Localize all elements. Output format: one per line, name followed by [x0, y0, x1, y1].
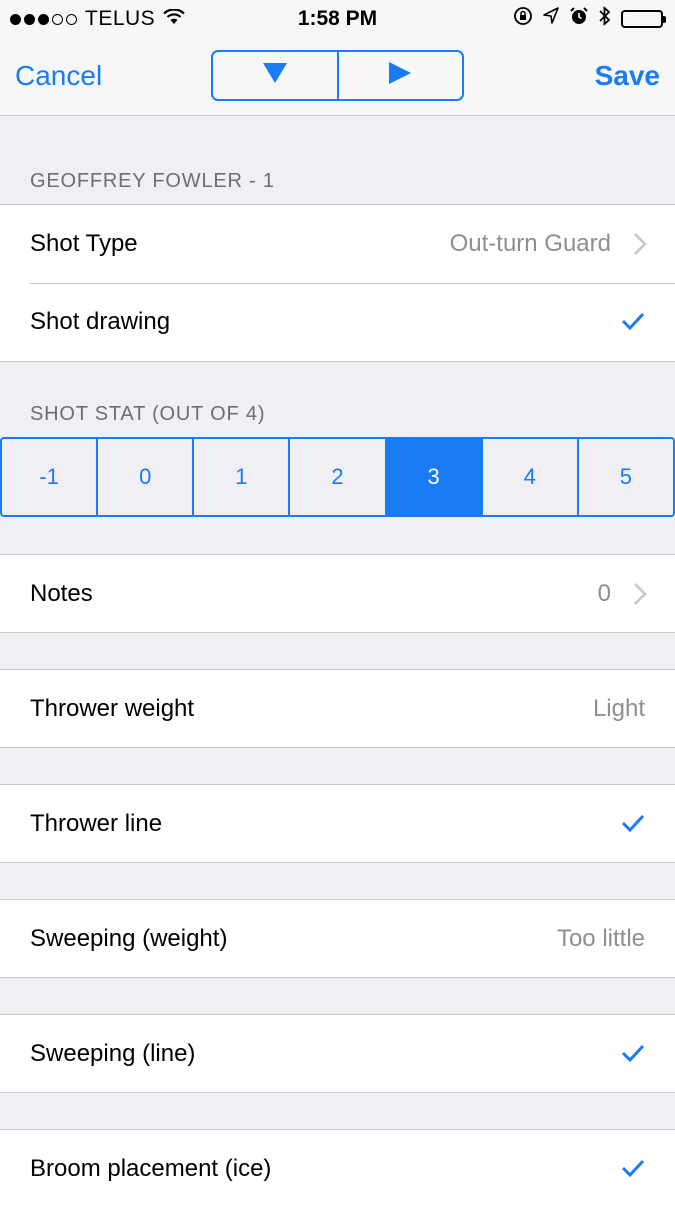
navigation-bar: Cancel Save — [0, 40, 675, 116]
notes-count: 0 — [597, 580, 611, 607]
shot-type-value: Out-turn Guard — [449, 230, 611, 257]
cancel-button[interactable]: Cancel — [15, 60, 102, 92]
shot-type-row[interactable]: Shot Type Out-turn Guard — [0, 205, 675, 283]
status-icons — [513, 5, 666, 32]
thrower-weight-group: Thrower weight Light — [0, 669, 675, 748]
thrower-line-row[interactable]: Thrower line — [0, 785, 675, 863]
shot-stat-option[interactable]: 4 — [480, 439, 577, 515]
shot-type-label: Shot Type — [30, 230, 138, 257]
shot-stat-option[interactable]: -1 — [2, 439, 96, 515]
thrower-line-group: Thrower line — [0, 784, 675, 863]
shot-stat-option[interactable]: 2 — [288, 439, 384, 515]
broom-placement-label: Broom placement (ice) — [30, 1155, 272, 1182]
broom-placement-row[interactable]: Broom placement (ice) — [0, 1130, 675, 1208]
triangle-down-icon — [262, 62, 288, 89]
shot-stat-option-selected[interactable]: 3 — [384, 439, 481, 515]
save-button[interactable]: Save — [595, 60, 660, 92]
sweeping-weight-row[interactable]: Sweeping (weight) Too little — [0, 900, 675, 978]
chevron-right-icon — [633, 582, 647, 611]
shot-stat-option[interactable]: 0 — [96, 439, 192, 515]
alarm-icon — [569, 6, 589, 32]
thrower-weight-row[interactable]: Thrower weight Light — [0, 670, 675, 748]
sweeping-line-row[interactable]: Sweeping (line) — [0, 1015, 675, 1093]
status-bar: TELUS 1:58 PM — [0, 0, 675, 40]
notes-group: Notes 0 — [0, 554, 675, 633]
sweeping-weight-label: Sweeping (weight) — [30, 925, 228, 952]
shot-drawing-row[interactable]: Shot drawing — [0, 283, 675, 361]
sweeping-line-group: Sweeping (line) — [0, 1014, 675, 1093]
battery-icon — [621, 10, 666, 28]
checkmark-icon — [621, 1044, 645, 1067]
triangle-right-icon — [388, 61, 412, 90]
shot-stat-header: SHOT STAT (OUT OF 4) — [30, 403, 266, 425]
shot-stat-option[interactable]: 1 — [192, 439, 288, 515]
notes-row[interactable]: Notes 0 — [0, 555, 675, 633]
checkmark-icon — [621, 312, 645, 335]
checkmark-icon — [621, 814, 645, 837]
checkmark-icon — [621, 1159, 645, 1182]
bluetooth-icon — [599, 5, 611, 32]
shot-drawing-label: Shot drawing — [30, 308, 171, 335]
broom-placement-group: Broom placement (ice) — [0, 1129, 675, 1208]
thrower-weight-label: Thrower weight — [30, 695, 195, 722]
shot-stat-segmented-control: -1 0 1 2 3 4 5 — [0, 437, 675, 517]
next-shot-down-button[interactable] — [213, 52, 337, 99]
orientation-lock-icon — [513, 6, 533, 32]
sweeping-line-label: Sweeping (line) — [30, 1040, 196, 1067]
shot-stat-option[interactable]: 5 — [576, 439, 673, 515]
thrower-weight-value: Light — [592, 695, 645, 722]
player-section-group: Shot Type Out-turn Guard Shot drawing — [0, 204, 675, 362]
player-section-header: GEOFFREY FOWLER - 1 — [30, 170, 275, 192]
thrower-line-label: Thrower line — [30, 810, 163, 837]
location-icon — [543, 7, 559, 31]
notes-label: Notes — [30, 580, 93, 607]
chevron-right-icon — [633, 232, 647, 261]
shot-navigation-control — [211, 50, 464, 101]
sweeping-weight-group: Sweeping (weight) Too little — [0, 899, 675, 978]
play-forward-button[interactable] — [336, 52, 463, 99]
sweeping-weight-value: Too little — [556, 925, 645, 952]
